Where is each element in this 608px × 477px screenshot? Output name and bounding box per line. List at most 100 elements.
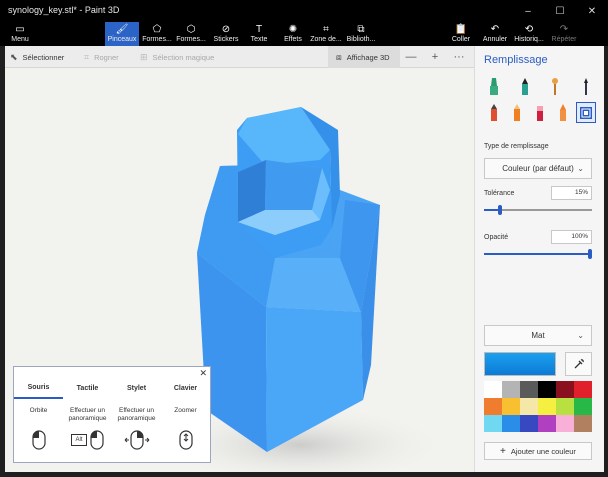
palette-swatch[interactable] [502,398,520,415]
magic-select-icon: ⊞ [140,51,148,62]
gesture-pan: Effectuer un panoramique [112,407,161,453]
gesture-pan-alt: Effectuer un panoramique Alt [63,407,112,453]
gesture-orbit: Orbite [14,407,63,453]
eyedropper-button[interactable] [565,352,592,376]
palette-swatch[interactable] [574,398,592,415]
magic-select-label: Sélection magique [152,52,215,62]
palette-swatch[interactable] [574,381,592,398]
view-3d-button[interactable]: ⧈ Affichage 3D [328,46,400,68]
tolerance-slider[interactable] [484,205,592,215]
ribbon-canvas-button[interactable]: ⌗ Zone de... [310,22,342,46]
ribbon-shapes2d-label: Formes... [142,36,172,43]
palette-swatch[interactable] [556,381,574,398]
alt-key-icon: Alt [71,434,87,446]
brush-icon: 🖌 [115,24,129,35]
shapes-2d-icon: ⬠ [152,24,162,35]
alt-mouse-icon: Alt [63,427,112,453]
select-button[interactable]: ⬉ Sélectionner [10,46,64,68]
oil-brush-button[interactable] [545,76,565,97]
palette-swatch[interactable] [484,381,502,398]
plus-icon: + [500,445,506,457]
crop-label: Rogner [94,52,119,62]
ribbon-brushes-button[interactable]: 🖌 Pinceaux [105,22,139,46]
watercolor-brush-button[interactable] [576,76,596,97]
zoom-in-button[interactable]: + [424,46,446,68]
close-button[interactable]: ✕ [576,0,608,22]
tab-souris[interactable]: Souris [14,377,63,399]
ribbon-undo-button[interactable]: ↶ Annuler [480,22,510,46]
ribbon-paste-label: Coller [451,36,471,43]
palette-swatch[interactable] [484,415,502,432]
effects-icon: ✺ [288,24,298,35]
ribbon-text-button[interactable]: T Texte [244,22,274,46]
tolerance-input[interactable]: 15% [551,186,592,200]
opacity-label: Opacité [484,234,509,241]
pixel-pen-icon [491,103,497,121]
fill-type-label: Type de remplissage [484,143,549,150]
tolerance-slider-thumb[interactable] [498,205,503,215]
palette-swatch[interactable] [520,381,538,398]
fill-panel: Remplissage Type de remplissage Couleur … [474,46,604,473]
sticker-icon: ⊘ [221,24,231,35]
tab-stylet[interactable]: Stylet [112,377,161,399]
ribbon-effects-button[interactable]: ✺ Effets [278,22,308,46]
chevron-down-icon: ⌄ [577,331,584,340]
mouse-left-icon [14,427,63,453]
tab-clavier[interactable]: Clavier [161,377,210,399]
marker-icon [490,77,498,95]
palette-swatch[interactable] [520,398,538,415]
canvas-icon: ⌗ [323,24,329,35]
ribbon: ▭ Menu 🖌 Pinceaux ⬠ Formes... ⬡ Formes... ⊘ Sti… [0,22,608,46]
finish-dropdown[interactable]: Mat ⌄ [484,325,592,346]
palette-swatch[interactable] [538,381,556,398]
redo-icon: ↷ [559,24,569,35]
ribbon-shapes3d-button[interactable]: ⬡ Formes... [174,22,208,46]
calligraphy-pen-button[interactable] [515,76,535,97]
ribbon-history-button[interactable]: ⟲ Historiq... [512,22,546,46]
palette-swatch[interactable] [538,415,556,432]
palette-swatch[interactable] [520,415,538,432]
fill-bucket-button[interactable] [576,102,596,123]
pencil-button[interactable] [507,102,527,123]
view-3d-icon: ⧈ [336,51,342,62]
ribbon-library-button[interactable]: ⧉ Biblioth... [344,22,378,46]
title-bar: synology_key.stl* - Paint 3D – ☐ ✕ [0,0,608,22]
current-color-swatch[interactable] [484,352,556,376]
fill-type-dropdown[interactable]: Couleur (par défaut) ⌄ [484,158,592,179]
zoom-out-button[interactable]: — [400,46,422,68]
ribbon-shapes2d-button[interactable]: ⬠ Formes... [140,22,174,46]
folder-icon: ▭ [15,24,25,35]
more-button[interactable]: ··· [448,46,470,68]
ribbon-stickers-button[interactable]: ⊘ Stickers [210,22,242,46]
palette-swatch[interactable] [484,398,502,415]
ribbon-stickers-label: Stickers [213,36,239,43]
menu-button[interactable]: ▭ Menu [4,22,36,46]
pixel-pen-button[interactable] [484,102,504,123]
palette-swatch[interactable] [502,381,520,398]
tab-tactile[interactable]: Tactile [63,377,112,399]
opacity-input[interactable]: 100% [551,230,592,244]
maximize-button[interactable]: ☐ [544,0,576,22]
palette-swatch[interactable] [556,415,574,432]
opacity-slider-thumb[interactable] [588,249,592,259]
opacity-slider[interactable] [484,249,592,259]
add-color-label: Ajouter une couleur [510,446,576,456]
gesture-zoom-label: Zoomer [174,407,197,414]
palette-swatch[interactable] [502,415,520,432]
marker-brush-button[interactable] [484,76,504,97]
crayon-button[interactable] [553,102,573,123]
cursor-icon: ⬉ [10,51,18,62]
ribbon-canvas-label: Zone de... [310,36,342,43]
ribbon-paste-button[interactable]: 📋 Coller [446,22,476,46]
eraser-button[interactable] [530,102,550,123]
view-3d-label: Affichage 3D [346,52,390,62]
palette-swatch[interactable] [574,415,592,432]
palette-swatch[interactable] [538,398,556,415]
palette-swatch[interactable] [556,398,574,415]
add-color-button[interactable]: + Ajouter une couleur [484,442,592,460]
ribbon-redo-button[interactable]: ↷ Répéter [546,22,582,46]
minimize-button[interactable]: – [512,0,544,22]
magic-select-button[interactable]: ⊞ Sélection magique [140,46,214,68]
text-icon: T [255,24,263,35]
crop-button[interactable]: ⌗ Rogner [84,46,119,68]
